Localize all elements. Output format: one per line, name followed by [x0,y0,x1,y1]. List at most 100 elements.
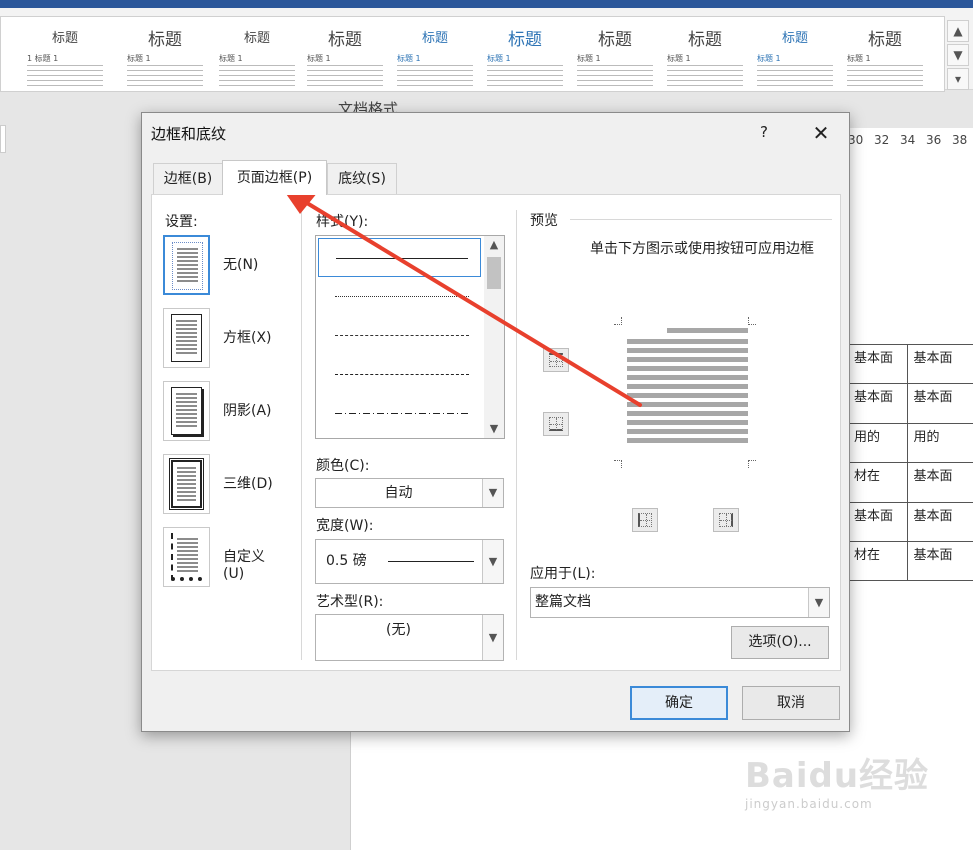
table-cell[interactable]: 基本面 [848,501,908,542]
style-gallery-title: 标题 [421,31,448,46]
table-cell[interactable]: 基本面 [906,383,973,424]
color-value: 自动 [384,485,413,501]
tab-borders[interactable]: 边框(B) [153,163,223,194]
setting-3d-icon[interactable] [163,454,210,514]
ribbon: 标题 1 标题 1 标题 标题 1 标题 标题 1 标题 标题 1 标题 标题 1 标题 标题 1 标题… [0,8,973,92]
chevron-down-icon[interactable]: ▼ [482,479,503,507]
table-cell[interactable]: 用的 [906,422,973,464]
style-gallery-title: 标题 [51,31,78,46]
watermark: Baidu经验 jingyan.baidu.com [745,748,929,811]
setting-custom[interactable]: 自定义(U) [163,527,283,589]
title-bar-strip [0,0,973,8]
style-option-dash-dot[interactable] [318,394,481,433]
preview-corner-mark [614,317,622,325]
cancel-button[interactable]: 取消 [742,686,840,720]
ok-button[interactable]: 确定 [630,686,728,720]
help-button[interactable]: ? [754,121,774,143]
chevron-down-icon[interactable]: ▼ [482,540,503,583]
chevron-down-icon[interactable]: ▼ [482,615,503,660]
table-cell[interactable]: 基本面 [906,343,973,385]
setting-shadow-icon[interactable] [163,381,210,441]
preview-corner-mark [748,460,756,468]
style-gallery-subtitle: 标题 1 [127,54,151,63]
style-gallery-item[interactable]: 标题 1 标题 1 [21,17,109,91]
style-option-dotted[interactable] [318,277,481,316]
dialog-title: 边框和底纹 [151,125,227,143]
right-border-button[interactable] [713,508,739,532]
style-gallery-item[interactable]: 标题 标题 1 [661,17,749,91]
table-cell[interactable]: 基本面 [848,343,908,385]
style-gallery-item[interactable]: 标题 标题 1 [751,17,839,91]
table-row: 材在 基本面 [848,540,973,582]
style-gallery-subtitle: 1 标题 1 [27,54,59,63]
setting-3d[interactable]: 三维(D) [163,454,283,516]
preview-rule [570,219,832,220]
setting-label: 自定义(U) [223,549,265,582]
setting-none-icon[interactable] [163,235,210,295]
style-gallery-title: 标题 [243,31,270,46]
style-gallery-item[interactable]: 标题标题 1 [121,17,209,91]
chevron-up-icon[interactable]: ▲ [484,236,504,254]
ruler-tick: 32 [874,133,890,147]
style-scrollbar[interactable]: ▲ ▼ [484,236,504,438]
style-gallery-item[interactable]: 标题 标题 1 [301,17,389,91]
style-gallery-subtitle: 标题 1 [487,54,511,63]
setting-none[interactable]: 无(N) [163,235,283,297]
top-border-button[interactable] [543,348,569,372]
tab-page-border[interactable]: 页面边框(P) [222,160,327,195]
gallery-down-button[interactable]: ▼ [947,44,969,66]
setting-label: 无(N) [223,257,259,273]
style-gallery-item[interactable]: 标题 标题 1 [391,17,479,91]
setting-shadow[interactable]: 阴影(A) [163,381,283,443]
table-row: 基本面 基本面 [848,501,973,542]
preview-page[interactable] [627,328,749,448]
style-option-dashed[interactable] [318,355,481,394]
borders-shading-dialog: 边框和底纹 ? ✕ 边框(B) 页面边框(P) 底纹(S) 设置: 无(N) 方… [141,112,850,732]
horizontal-ruler: 30 32 34 36 38 [838,128,973,152]
style-option-fine-dashed[interactable] [318,316,481,355]
setting-label: 三维(D) [223,476,273,492]
color-label: 颜色(C): [316,458,370,474]
ruler-tick: 30 [848,133,864,147]
close-button[interactable]: ✕ [802,119,840,147]
apply-to-dropdown[interactable]: 整篇文档 ▼ [530,587,830,618]
table-cell[interactable]: 用的 [848,422,908,464]
divider [301,210,302,660]
gallery-more-button[interactable]: ▾ [947,68,969,90]
color-dropdown[interactable]: 自动 ▼ [315,478,504,508]
options-button[interactable]: 选项(O)... [731,626,829,659]
table-cell[interactable]: 基本面 [906,540,973,582]
setting-box[interactable]: 方框(X) [163,308,283,370]
table-cell[interactable]: 基本面 [906,501,973,542]
style-gallery-title: 标题 [868,30,902,50]
style-gallery-text-sample [219,65,295,87]
left-border-button[interactable] [632,508,658,532]
style-gallery-item[interactable]: 标题 标题 1 [213,17,301,91]
art-label: 艺术型(R): [316,594,384,610]
table-cell[interactable]: 基本面 [906,462,973,503]
chevron-down-icon[interactable]: ▼ [808,588,829,617]
table-cell[interactable]: 基本面 [848,383,908,424]
scroll-thumb[interactable] [487,257,501,289]
art-dropdown[interactable]: (无) ▼ [315,614,504,661]
bottom-border-button[interactable] [543,412,569,436]
table-cell[interactable]: 材在 [848,540,908,582]
setting-box-icon[interactable] [163,308,210,368]
setting-custom-icon[interactable] [163,527,210,587]
tab-shading[interactable]: 底纹(S) [327,163,397,194]
ruler-tick: 34 [900,133,916,147]
table-cell[interactable]: 材在 [848,462,908,503]
width-dropdown[interactable]: 0.5 磅 ▼ [315,539,504,584]
gallery-up-button[interactable]: ▲ [947,20,969,42]
setting-label: 方框(X) [223,330,272,346]
chevron-down-icon[interactable]: ▼ [484,420,504,438]
style-listbox[interactable]: ▲ ▼ [315,235,505,439]
style-gallery-item[interactable]: 标题 标题 1 [571,17,659,91]
document-table[interactable]: 基本面 基本面 基本面 基本面 用的 用的 材在 基本面 基本面 基本面 材在 基本面 [848,343,973,582]
style-gallery-text-sample [487,65,563,87]
style-gallery-title: 标题 [148,30,182,50]
style-option-solid[interactable] [318,238,481,277]
style-gallery-item[interactable]: 标题 标题 1 [841,17,929,91]
style-gallery-text-sample [667,65,743,87]
style-gallery-item[interactable]: 标题 标题 1 [481,17,569,91]
